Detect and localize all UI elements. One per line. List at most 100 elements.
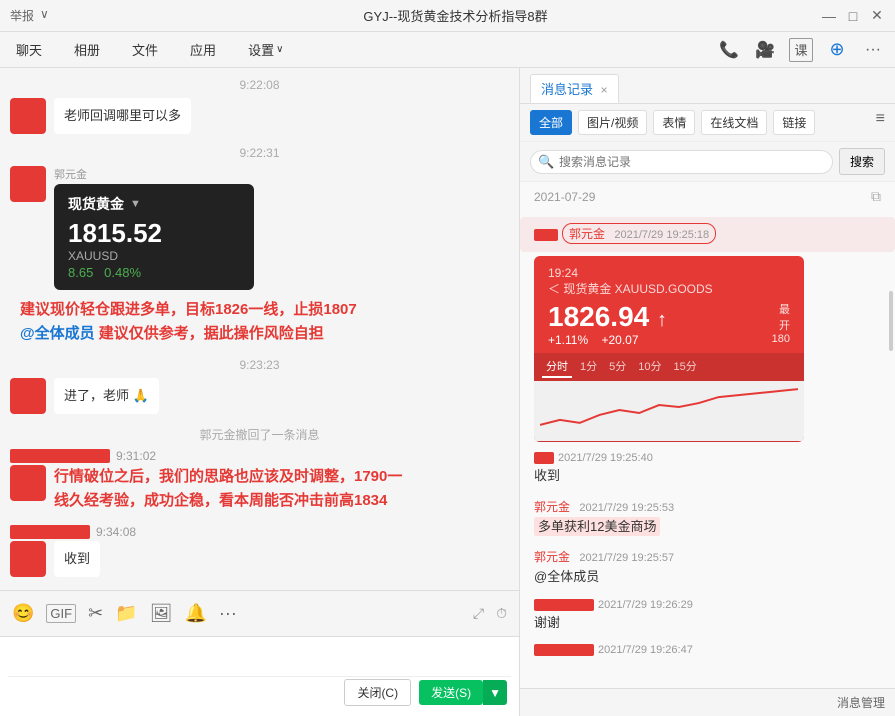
menu-album[interactable]: 相册: [68, 36, 106, 63]
msg-time: 9:22:08: [10, 78, 509, 92]
bell-icon[interactable]: 🔔: [184, 603, 206, 624]
redacted-name: [10, 449, 110, 463]
list-item: 9:31:02 行情破位之后，我们的思路也应该及时调整，1790一线久经考验，成…: [10, 449, 509, 513]
more-tools-icon[interactable]: ···: [219, 603, 237, 624]
overlay-back[interactable]: ＜ 现货黄金 XAUUSD.GOODS: [548, 280, 790, 297]
overlay-time: 19:24: [548, 266, 790, 280]
filter-emoji[interactable]: 表情: [653, 110, 695, 135]
tab-10m[interactable]: 10分: [634, 356, 665, 378]
list-item: 郭元金 2021/7/29 19:25:53 多单获利12美金商场: [520, 492, 895, 543]
gold-card[interactable]: 现货黄金 ▼ 1815.52 XAUUSD 8.65 0.48%: [54, 184, 254, 290]
history-filter-bar: 全部 图片/视频 表情 在线文档 链接 ≡: [520, 104, 895, 142]
menu-file[interactable]: 文件: [126, 36, 164, 63]
h-msg-sender: 郭元金 2021/7/29 19:25:57: [534, 548, 881, 565]
menu-settings[interactable]: 设置 ∨: [242, 36, 289, 63]
h-msg-time: 2021/7/29 19:26:29: [598, 599, 693, 611]
chat-actions: 关闭(C) 发送(S) ▼: [8, 676, 511, 708]
h-msg-text: @全体成员: [534, 567, 881, 587]
list-item: 2021/7/29 19:25:40 收到: [520, 446, 895, 492]
video-icon[interactable]: 🎥: [753, 38, 777, 62]
chat-messages: 9:22:08 老师回调哪里可以多 9:22:31 郭元金: [0, 68, 519, 590]
h-msg-sender: 郭元金 2021/7/29 19:25:18: [562, 223, 716, 244]
tab-fenshi[interactable]: 分时: [542, 356, 572, 378]
avatar-bar: [534, 452, 554, 464]
chart-divider: [534, 441, 804, 442]
msg-time: 9:31:02: [116, 449, 156, 463]
msg-row: 行情破位之后，我们的思路也应该及时调整，1790一线久经考验，成功企稳，看本周能…: [10, 465, 509, 513]
status-text[interactable]: 消息管理: [837, 694, 885, 711]
cut-icon[interactable]: ✂: [88, 603, 103, 624]
maximize-btn[interactable]: □: [845, 8, 861, 24]
phone-icon[interactable]: 📞: [717, 38, 741, 62]
tab-5m[interactable]: 5分: [605, 356, 630, 378]
msg-content: 老师回调哪里可以多: [54, 98, 191, 134]
search-input[interactable]: [530, 150, 833, 174]
msg-bubble: 老师回调哪里可以多: [54, 98, 191, 134]
close-btn[interactable]: ✕: [869, 8, 885, 24]
tab-close-icon[interactable]: ×: [601, 83, 608, 97]
redacted-name: [10, 525, 90, 539]
gold-overlay-card[interactable]: 19:24 ＜ 现货黄金 XAUUSD.GOODS 1826.94 ↑ +1.1…: [534, 256, 881, 442]
msg-content: 行情破位之后，我们的思路也应该及时调整，1790一线久经考验，成功企稳，看本周能…: [54, 465, 402, 513]
recall-notice: 郭元金撤回了一条消息: [10, 426, 509, 443]
emoji-icon[interactable]: 😊: [12, 603, 34, 624]
chat-input[interactable]: [8, 645, 511, 676]
h-msg-sender: 郭元金 2021/7/29 19:25:53: [534, 498, 881, 515]
msg-time: 9:22:31: [10, 146, 509, 160]
msg-content: 进了，老师 🙏: [54, 378, 159, 414]
close-button[interactable]: 关闭(C): [344, 679, 411, 706]
overlay-price: 1826.94 ↑: [548, 301, 667, 333]
menu-app[interactable]: 应用: [184, 36, 222, 63]
overlay-tabs: 分时 1分 5分 10分 15分: [534, 353, 804, 381]
report-btn[interactable]: 举报: [10, 7, 34, 24]
list-item: 9:22:31 郭元金 现货黄金 ▼ 1815.52 XAUUSD: [10, 146, 509, 346]
image-icon[interactable]: 🖼: [150, 603, 173, 624]
tab-history[interactable]: 消息记录 ×: [530, 74, 619, 103]
scrollbar[interactable]: [889, 291, 893, 351]
menu-chat[interactable]: 聊天: [10, 36, 48, 63]
h-msg-text: 多单获利12美金商场: [534, 517, 881, 537]
history-search-bar: 🔍 搜索: [520, 142, 895, 182]
tab-15m[interactable]: 15分: [670, 356, 701, 378]
msg-row: 收到: [10, 541, 509, 577]
gif-icon[interactable]: GIF: [46, 604, 76, 623]
tab-1m[interactable]: 1分: [576, 356, 601, 378]
msg-time: 9:23:23: [10, 358, 509, 372]
list-item: 9:23:23 进了，老师 🙏: [10, 358, 509, 414]
history-messages: 郭元金 2021/7/29 19:25:18 19:24 ＜ 现货黄金 XAUU…: [520, 211, 895, 688]
chart-area: [534, 381, 804, 441]
msg-row: 老师回调哪里可以多: [10, 98, 509, 134]
expand-icon[interactable]: ⤢: [473, 605, 484, 622]
h-msg-text: 谢谢: [534, 613, 881, 633]
sort-icon[interactable]: ≡: [876, 110, 885, 135]
filter-media[interactable]: 图片/视频: [578, 110, 647, 135]
history-panel: 消息记录 × 全部 图片/视频 表情 在线文档 链接 ≡ 🔍 搜索 2021-0…: [520, 68, 895, 716]
list-item: 9:34:08 收到: [10, 525, 509, 577]
calendar-icon[interactable]: ⧉: [871, 188, 881, 205]
filter-links[interactable]: 链接: [773, 110, 815, 135]
avatar: [10, 378, 46, 414]
bottom-status-bar: 消息管理: [520, 688, 895, 716]
screen-icon[interactable]: 课: [789, 38, 813, 62]
msg-content: 郭元金 现货黄金 ▼ 1815.52 XAUUSD 8.65 0: [54, 166, 254, 290]
minimize-btn[interactable]: —: [821, 8, 837, 24]
h-msg-text: 收到: [534, 466, 881, 486]
add-icon[interactable]: ⊕: [825, 38, 849, 62]
h-msg-time: 2021/7/29 19:26:47: [598, 644, 693, 656]
send-arrow-button[interactable]: ▼: [483, 680, 507, 705]
folder-icon[interactable]: 📁: [115, 603, 137, 624]
avatar-bar: [534, 599, 594, 611]
send-button[interactable]: 发送(S): [419, 680, 483, 705]
filter-docs[interactable]: 在线文档: [701, 110, 767, 135]
more-icon[interactable]: ···: [861, 38, 885, 62]
chat-toolbar: 😊 GIF ✂ 📁 🖼 🔔 ··· ⤢ ⏱: [0, 590, 519, 636]
gold-symbol: XAUUSD: [68, 249, 240, 263]
history-date-header: 2021-07-29 ⧉: [520, 182, 895, 211]
chat-input-area: 关闭(C) 发送(S) ▼: [0, 636, 519, 716]
search-wrap: 🔍: [530, 150, 833, 174]
clock-icon[interactable]: ⏱: [496, 605, 507, 622]
menubar: 聊天 相册 文件 应用 设置 ∨ 📞 🎥 课 ⊕ ···: [0, 32, 895, 68]
expand-icon[interactable]: ∨: [40, 7, 49, 24]
search-button[interactable]: 搜索: [839, 148, 885, 175]
filter-all[interactable]: 全部: [530, 110, 572, 135]
